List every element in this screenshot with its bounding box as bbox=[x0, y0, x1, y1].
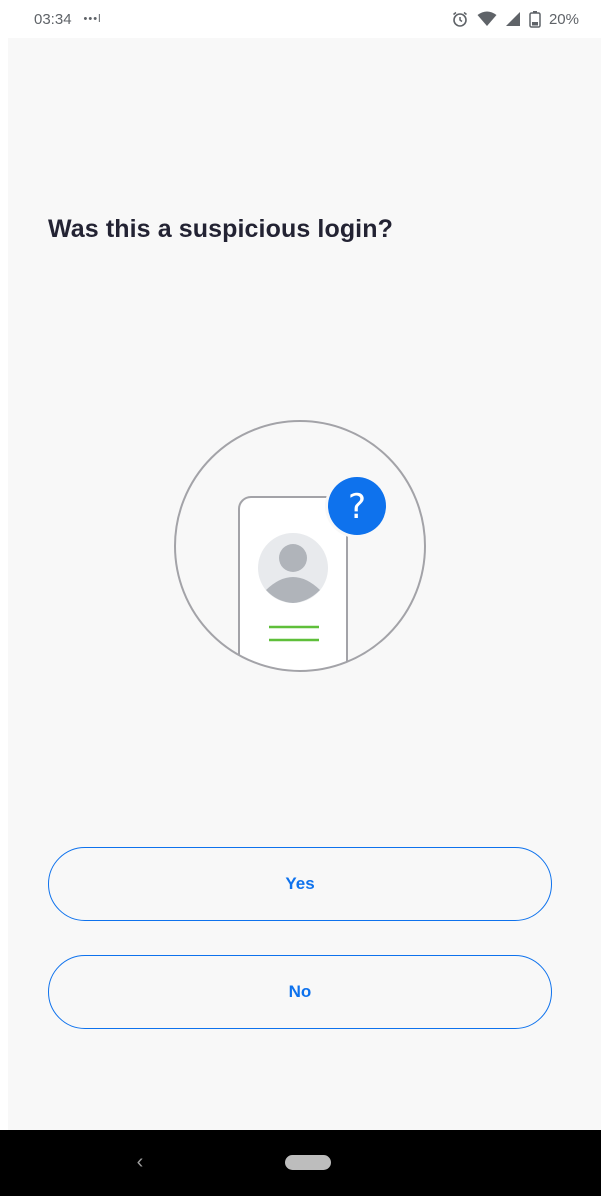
battery-icon bbox=[529, 10, 541, 28]
svg-text:?: ? bbox=[348, 487, 366, 527]
no-button[interactable]: No bbox=[48, 955, 552, 1029]
battery-percent: 20% bbox=[548, 10, 579, 28]
cell-signal-icon bbox=[505, 11, 521, 27]
alarm-icon bbox=[451, 10, 469, 28]
home-pill-icon[interactable] bbox=[285, 1155, 331, 1170]
page-title: Was this a suspicious login? bbox=[48, 215, 393, 243]
status-time: 03:34 bbox=[34, 10, 72, 28]
back-icon[interactable]: ‹ bbox=[128, 1150, 152, 1174]
question-mark-badge-icon: ? bbox=[325, 474, 389, 538]
notification-dots: •••l bbox=[83, 13, 102, 25]
status-right: 20% bbox=[451, 10, 579, 28]
yes-button[interactable]: Yes bbox=[48, 847, 552, 921]
avatar-icon bbox=[258, 533, 328, 603]
phone-profile-illustration: ? bbox=[172, 418, 428, 674]
wifi-icon bbox=[477, 11, 497, 27]
status-bar: 03:34 •••l 20% bbox=[0, 0, 601, 38]
status-left: 03:34 •••l bbox=[34, 11, 102, 28]
navigation-bar: ‹ bbox=[0, 1130, 601, 1196]
